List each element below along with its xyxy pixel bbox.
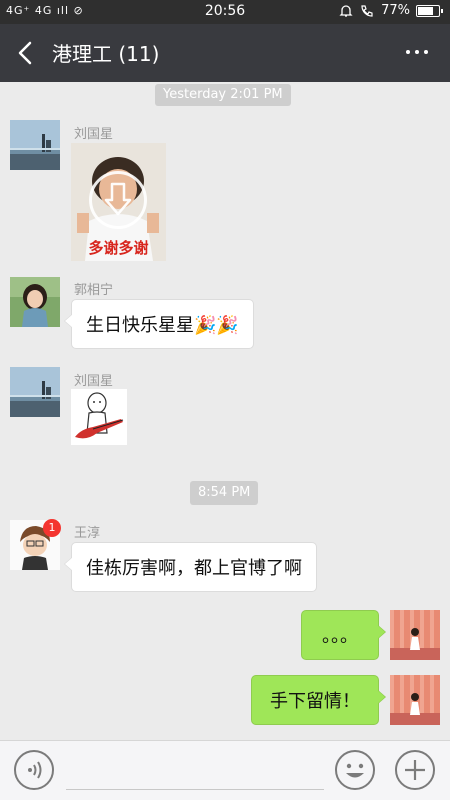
download-arrow xyxy=(104,182,132,216)
my-message-bubble[interactable]: 。。。 xyxy=(301,610,386,660)
emoji-icon[interactable] xyxy=(335,750,375,790)
image-caption: 多谢多谢 xyxy=(88,239,149,257)
battery-icon xyxy=(416,4,443,17)
status-bar: 4G⁺ 4G ıll ⊘ 20:56 77% xyxy=(0,0,450,24)
unread-badge: 1 xyxy=(43,519,61,537)
my-photo xyxy=(390,675,440,725)
back-arrow-icon[interactable] xyxy=(12,39,40,67)
sender-name: 王淳 xyxy=(74,526,101,541)
avatar[interactable] xyxy=(10,120,60,170)
dot xyxy=(424,50,428,54)
status-right: 77% xyxy=(339,3,443,18)
battery-fill xyxy=(418,6,433,15)
my-avatar[interactable] xyxy=(390,675,440,725)
guitar-sticker xyxy=(75,392,124,439)
image-message[interactable]: 多谢多谢 xyxy=(71,143,166,261)
message-input[interactable] xyxy=(66,789,324,790)
input-bar xyxy=(0,740,450,800)
my-message-bubble[interactable]: 手下留情！ xyxy=(251,675,386,725)
timestamp: Yesterday 2:01 PM xyxy=(155,84,291,106)
chat-title: 港理工 (11) xyxy=(52,42,160,66)
voice-waves xyxy=(28,761,42,779)
smiley xyxy=(346,763,364,778)
my-avatar[interactable] xyxy=(390,610,440,660)
chat-area[interactable]: Yesterday 2:01 PM 刘国星 多谢多谢 郭相宁 生日快乐星星🎉🎉 … xyxy=(0,82,450,740)
lighthouse-photo xyxy=(10,367,60,417)
alarm-icon xyxy=(339,4,353,17)
timestamp: 8:54 PM xyxy=(190,481,259,505)
plus-sign xyxy=(405,760,425,780)
title-bar: 港理工 (11) xyxy=(0,24,450,82)
dot xyxy=(415,50,419,54)
battery-percent: 77% xyxy=(381,3,410,18)
sender-name: 刘国星 xyxy=(74,127,114,142)
avatar[interactable] xyxy=(10,367,60,417)
voice-icon[interactable] xyxy=(14,750,54,790)
sticker-message[interactable] xyxy=(71,389,127,445)
avatar[interactable] xyxy=(10,277,60,327)
dot xyxy=(406,50,410,54)
call-icon xyxy=(361,4,373,17)
plus-icon[interactable] xyxy=(395,750,435,790)
sender-name: 刘国星 xyxy=(74,374,114,389)
sender-name: 郭相宁 xyxy=(74,283,114,298)
girl-photo xyxy=(10,277,60,327)
my-photo xyxy=(390,610,440,660)
message-bubble[interactable]: 生日快乐星星🎉🎉 xyxy=(64,299,254,349)
more-dots-icon[interactable] xyxy=(406,50,428,54)
download-icon[interactable] xyxy=(89,171,147,229)
lighthouse-photo xyxy=(10,120,60,170)
message-bubble[interactable]: 佳栋厉害啊，都上官博了啊 xyxy=(64,542,317,592)
